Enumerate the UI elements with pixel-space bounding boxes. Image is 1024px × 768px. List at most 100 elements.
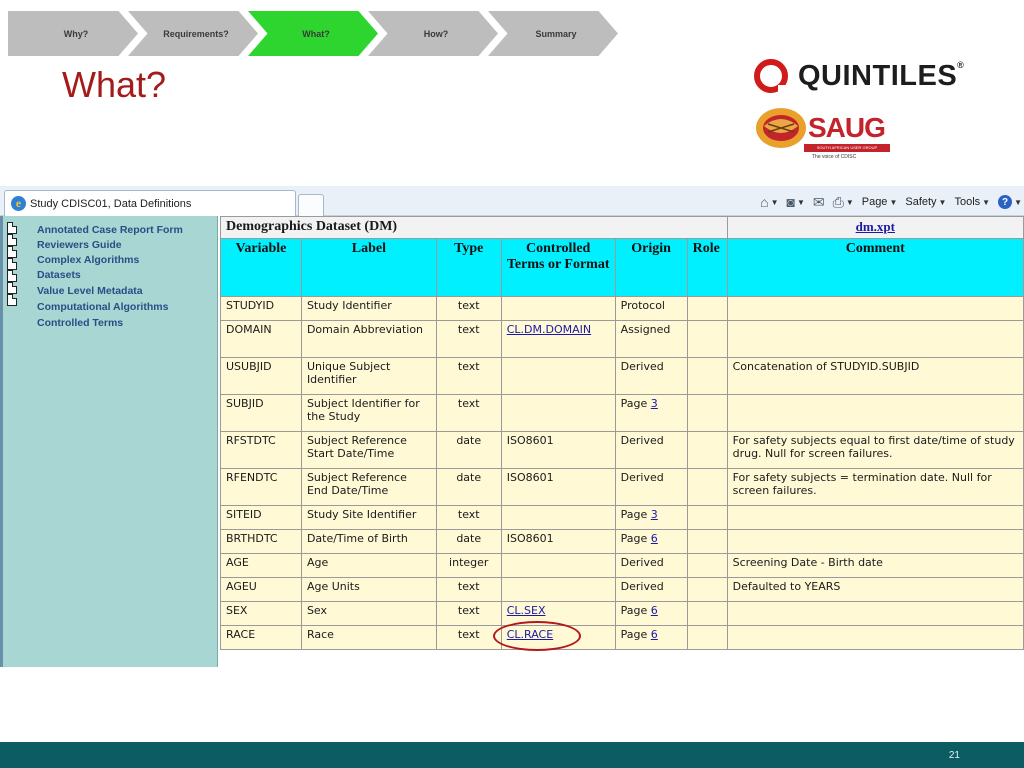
cell-type: date <box>435 431 502 469</box>
table-row: SUBJID Subject Identifier for the Study te… <box>220 394 1024 432</box>
quintiles-ring-icon <box>754 59 788 93</box>
format-link-wrap: CL.DM.DOMAIN <box>507 323 591 336</box>
cell-format <box>500 296 616 321</box>
cell-role <box>686 468 728 506</box>
nav-annotated-crf[interactable]: Annotated Case Report Form <box>37 224 183 236</box>
cell-label: Subject Identifier for the Study <box>300 394 437 432</box>
origin-text: Page <box>620 532 648 545</box>
table-row: SITEID Study Site Identifier text Page 3 <box>220 505 1024 530</box>
cell-role <box>686 431 728 469</box>
cell-format <box>500 357 616 395</box>
cell-role <box>686 505 728 530</box>
cell-format <box>500 577 616 602</box>
cell-origin: Page 3 <box>614 505 688 530</box>
col-type: Type <box>435 238 502 297</box>
document-icon <box>7 282 17 294</box>
nav-computational-algorithms[interactable]: Computational Algorithms <box>37 301 168 313</box>
col-label: Label <box>300 238 437 297</box>
cell-type: date <box>435 468 502 506</box>
crf-page-link[interactable]: 3 <box>651 508 658 521</box>
cell-variable: SEX <box>220 601 302 626</box>
cell-label: Sex <box>300 601 437 626</box>
feeds-button[interactable]: ◙ ▼ <box>786 194 804 210</box>
nav-complex-algorithms[interactable]: Complex Algorithms <box>37 254 139 266</box>
document-icon <box>7 234 17 246</box>
cell-variable: SITEID <box>220 505 302 530</box>
tab-title: Study CDISC01, Data Definitions <box>30 197 192 210</box>
saug-emblem-icon <box>756 108 806 148</box>
codelist-link[interactable]: CL.DM.DOMAIN <box>507 323 591 336</box>
help-button[interactable]: ? ▼ <box>998 195 1022 209</box>
cell-variable: AGE <box>220 553 302 578</box>
cell-label: Subject Reference Start Date/Time <box>300 431 437 469</box>
cell-origin: Derived <box>614 553 688 578</box>
quintiles-logo: QUINTILES® <box>754 58 974 94</box>
cell-variable: SUBJID <box>220 394 302 432</box>
cell-origin: Page 6 <box>614 601 688 626</box>
cell-label: Study Identifier <box>300 296 437 321</box>
origin-text: Page <box>620 508 648 521</box>
cell-format <box>500 505 616 530</box>
ie-icon: e <box>11 196 26 211</box>
codelist-link[interactable]: CL.SEX <box>507 604 546 617</box>
page-menu[interactable]: Page ▼ <box>862 196 898 208</box>
crf-page-link[interactable]: 3 <box>651 397 658 410</box>
origin-text: Page <box>620 604 648 617</box>
col-variable: Variable <box>220 238 302 297</box>
home-button[interactable]: ⌂ ▼ <box>760 194 778 210</box>
cell-comment: Defaulted to YEARS <box>726 577 1024 602</box>
command-bar: ⌂ ▼ ◙ ▼ ✉ ⎙ ▼ Page ▼ Safety ▼ Tools ▼ ? ▼ <box>760 192 1022 212</box>
step-what: What? <box>248 11 378 56</box>
origin-text: Derived <box>620 434 664 447</box>
saug-wordmark: SAUG <box>808 112 886 143</box>
cell-role <box>686 625 728 650</box>
cell-type: date <box>435 529 502 554</box>
crf-page-link[interactable]: 6 <box>651 604 658 617</box>
cell-type: text <box>435 505 502 530</box>
col-format: Controlled Terms or Format <box>500 238 616 297</box>
cell-comment: For safety subjects = termination date. … <box>726 468 1024 506</box>
origin-text: Derived <box>620 471 664 484</box>
document-icon <box>7 246 17 258</box>
chevron-down-icon: ▼ <box>770 197 779 207</box>
safety-menu[interactable]: Safety ▼ <box>905 196 946 208</box>
table-row: AGE Age integer Derived Screening Date - Bir… <box>220 553 1024 578</box>
col-role: Role <box>686 238 728 297</box>
mail-button[interactable]: ✉ <box>813 194 825 211</box>
nav-controlled-terms[interactable]: Controlled Terms <box>37 317 123 329</box>
cell-role <box>686 577 728 602</box>
cell-type: text <box>435 320 502 358</box>
cell-format: ISO8601 <box>500 529 616 554</box>
crf-page-link[interactable]: 6 <box>651 532 658 545</box>
nav-value-level-metadata[interactable]: Value Level Metadata <box>37 285 143 297</box>
tools-menu[interactable]: Tools ▼ <box>954 196 990 208</box>
cell-role <box>686 529 728 554</box>
column-header-row: Variable Label Type Controlled Terms or … <box>220 238 1024 297</box>
cell-origin: Page 6 <box>614 529 688 554</box>
cell-format: ISO8601 <box>500 431 616 469</box>
saug-bar: SOUTH AFRICAN USER GROUP <box>804 144 890 152</box>
table-row: USUBJID Unique Subject Identifier text Deri… <box>220 357 1024 395</box>
cell-type: text <box>435 625 502 650</box>
cell-role <box>686 601 728 626</box>
print-button[interactable]: ⎙ ▼ <box>833 194 854 211</box>
chevron-down-icon: ▼ <box>1014 197 1022 207</box>
define-nav-pane: Annotated Case Report Form Reviewers Gui… <box>0 216 218 667</box>
cell-label: Study Site Identifier <box>300 505 437 530</box>
table-row: RACE Race text CL.RACE Page 6 <box>220 621 1024 651</box>
saug-tagline: The voice of CDISC <box>812 154 857 160</box>
chevron-down-icon: ▼ <box>938 197 947 207</box>
nav-reviewers-guide[interactable]: Reviewers Guide <box>37 239 122 251</box>
origin-text: Derived <box>620 556 664 569</box>
cell-format: ISO8601 <box>500 468 616 506</box>
chevron-down-icon: ▼ <box>982 197 991 207</box>
crf-page-link[interactable]: 6 <box>651 628 658 641</box>
nav-datasets[interactable]: Datasets <box>37 269 81 281</box>
dataset-file-link[interactable]: dm.xpt <box>856 219 895 234</box>
saug-logo: SAUG SOUTH AFRICAN USER GROUP The voice … <box>754 104 904 164</box>
printer-icon: ⎙ <box>832 193 844 210</box>
cell-label: Age <box>300 553 437 578</box>
new-tab-button[interactable] <box>298 194 324 216</box>
browser-tab-active[interactable]: e Study CDISC01, Data Definitions <box>4 190 296 216</box>
cell-variable: RFSTDTC <box>220 431 302 469</box>
